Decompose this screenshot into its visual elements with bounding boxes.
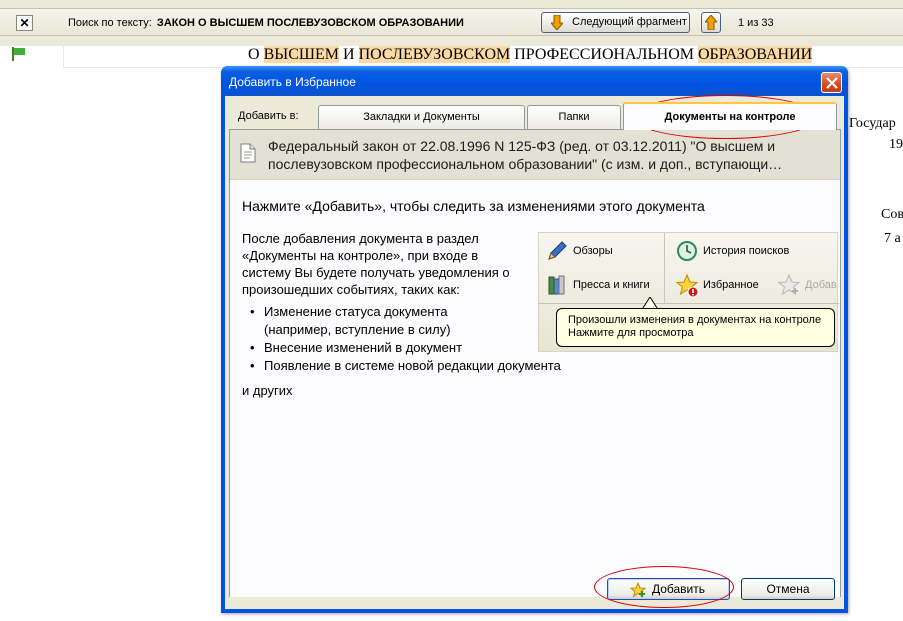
search-row: ✕ Поиск по тексту: ЗАКОН О ВЫСШЕМ ПОСЛЕВ… bbox=[0, 8, 903, 36]
balloon-line: Нажмите для просмотра bbox=[568, 327, 694, 339]
tab-content: Нажмите «Добавить», чтобы следить за изм… bbox=[230, 180, 840, 597]
list-item-text: (например, вступление в силу) bbox=[264, 322, 451, 337]
next-fragment-button[interactable]: Следующий фрагмент bbox=[541, 12, 690, 33]
arrow-up-icon bbox=[705, 15, 717, 30]
tab-folders[interactable]: Папки bbox=[527, 105, 621, 129]
bookmark-flag-icon[interactable] bbox=[11, 47, 27, 61]
dialog-title: Добавить в Избранное bbox=[229, 75, 356, 89]
annotation-oval bbox=[594, 566, 734, 608]
close-search-button[interactable]: ✕ bbox=[16, 15, 33, 31]
search-history-label: История поисков bbox=[703, 245, 790, 257]
close-icon bbox=[826, 77, 838, 89]
title-highlight: ВЫСШЕМ bbox=[263, 46, 339, 63]
divider bbox=[664, 233, 665, 303]
balloon-line: Произошли изменения в документах на конт… bbox=[568, 314, 822, 326]
instruction-text: После добавления документа в раздел «Док… bbox=[242, 231, 510, 297]
add-to-label: Добавить в: bbox=[238, 110, 299, 122]
document-icon bbox=[240, 143, 256, 163]
instruction-heading: Нажмите «Добавить», чтобы следить за изм… bbox=[242, 198, 705, 214]
list-item: Появление в системе новой редакции докум… bbox=[250, 357, 561, 375]
pen-icon bbox=[548, 241, 567, 260]
dialog-body: Добавить в: Закладки и Документы Папки Д… bbox=[225, 96, 844, 609]
title-part: ПРОФЕССИОНАЛЬНОМ bbox=[510, 46, 698, 63]
event-list: Изменение статуса документа (например, в… bbox=[250, 303, 561, 375]
tabs-row: Добавить в: Закладки и Документы Папки Д… bbox=[225, 96, 844, 130]
reviews-label: Обзоры bbox=[573, 245, 613, 257]
list-item: Изменение статуса документа bbox=[250, 303, 561, 321]
document-text-fragment: 7 а bbox=[884, 231, 901, 246]
document-description: Федеральный закон от 22.08.1996 N 125-ФЗ… bbox=[268, 138, 783, 172]
tab-monitored-documents[interactable]: Документы на контроле bbox=[623, 102, 837, 130]
search-label: Поиск по тексту: ЗАКОН О ВЫСШЕМ ПОСЛЕВУЗ… bbox=[68, 17, 464, 29]
search-query: ЗАКОН О ВЫСШЕМ ПОСЛЕВУЗОВСКОМ ОБРАЗОВАНИ… bbox=[156, 17, 464, 29]
title-part: О bbox=[248, 46, 264, 63]
match-counter: 1 из 33 bbox=[738, 17, 774, 29]
previous-fragment-button[interactable] bbox=[701, 12, 721, 33]
document-text-fragment: 19 bbox=[889, 137, 903, 152]
title-highlight: ОБРАЗОВАНИИ bbox=[697, 46, 813, 63]
dialog-close-button[interactable] bbox=[821, 72, 842, 93]
clock-history-icon bbox=[677, 241, 697, 261]
document-text-fragment: Государ bbox=[849, 116, 896, 131]
list-item: Внесение изменений в документ bbox=[250, 339, 561, 357]
search-toolbar: ✕ Поиск по тексту: ЗАКОН О ВЫСШЕМ ПОСЛЕВ… bbox=[0, 0, 903, 46]
cancel-button[interactable]: Отмена bbox=[741, 578, 835, 600]
tab-panel: Федеральный закон от 22.08.1996 N 125-ФЗ… bbox=[229, 129, 841, 597]
document-title: О ВЫСШЕМ И ПОСЛЕВУЗОВСКОМ ПРОФЕССИОНАЛЬН… bbox=[248, 46, 813, 64]
dialog-titlebar[interactable]: Добавить в Избранное bbox=[221, 66, 848, 96]
favorites-label: Избранное bbox=[703, 279, 759, 291]
star-notification-icon bbox=[675, 273, 699, 298]
add-to-favorites-dialog: Добавить в Избранное Добавить в: Закладк… bbox=[221, 66, 848, 613]
press-books-label: Пресса и книги bbox=[573, 279, 650, 291]
books-icon bbox=[548, 275, 565, 295]
list-item-continuation: (например, вступление в силу) bbox=[250, 321, 561, 339]
others-text: и других bbox=[242, 383, 293, 398]
tab-bookmarks-documents[interactable]: Закладки и Документы bbox=[318, 105, 525, 129]
divider bbox=[539, 303, 839, 304]
star-add-icon bbox=[777, 273, 801, 296]
notification-balloon[interactable]: Произошли изменения в документах на конт… bbox=[556, 308, 835, 347]
document-text-fragment: Сов bbox=[881, 207, 903, 222]
add-dim-label: Добав bbox=[805, 279, 837, 291]
arrow-down-icon bbox=[551, 15, 563, 30]
title-part: И bbox=[339, 46, 359, 63]
search-prefix: Поиск по тексту: bbox=[68, 17, 152, 29]
title-highlight: ПОСЛЕВУЗОВСКОМ bbox=[358, 46, 511, 63]
next-fragment-label: Следующий фрагмент bbox=[572, 16, 687, 28]
